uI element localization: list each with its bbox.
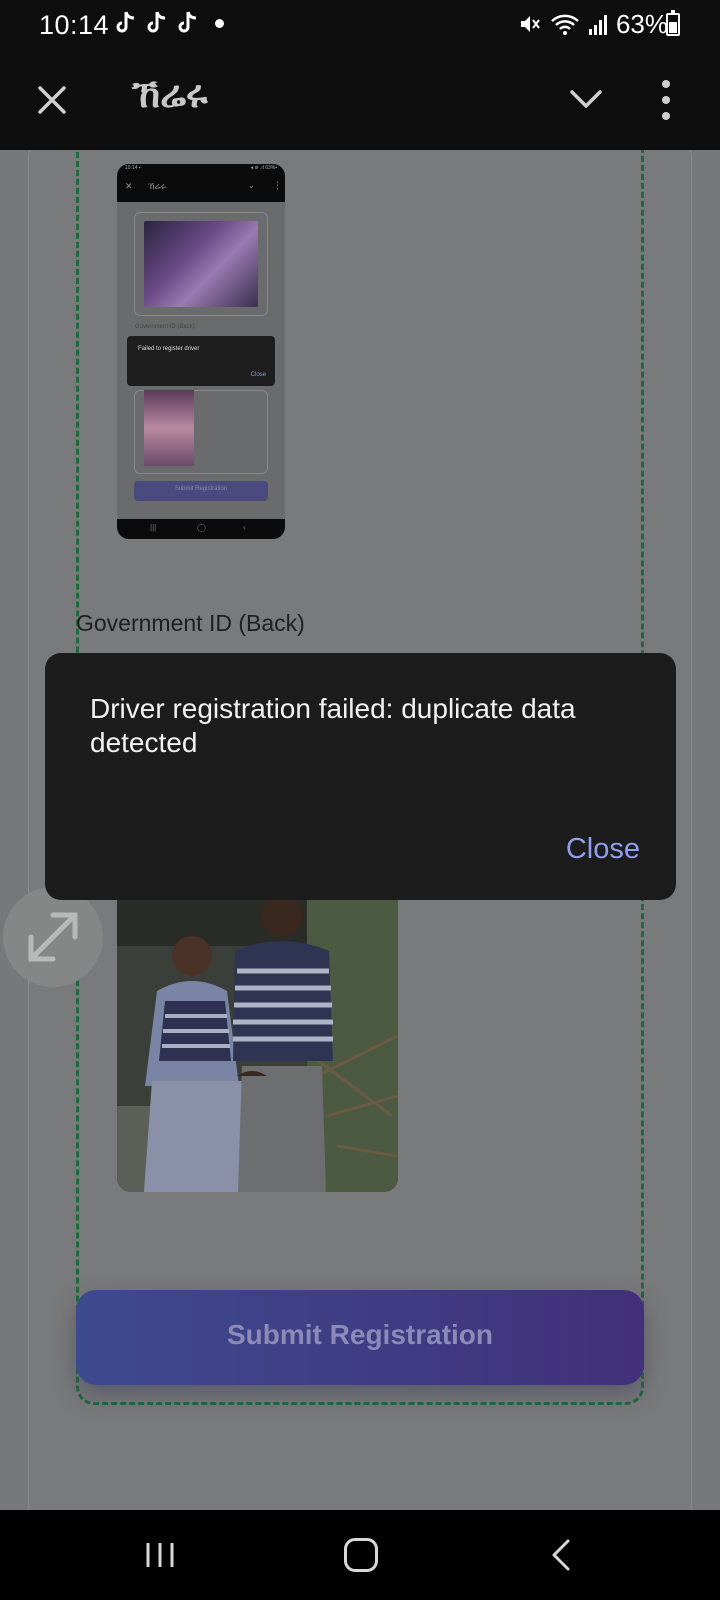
status-time: 10:14 <box>39 10 110 40</box>
more-vert-icon[interactable] <box>661 78 671 122</box>
dialog-close-button[interactable]: Close <box>566 833 640 866</box>
status-right-cluster: 63% <box>518 8 668 39</box>
chevron-down-icon[interactable] <box>568 84 604 114</box>
uploaded-photo <box>117 876 398 1192</box>
back-icon[interactable] <box>550 1538 572 1572</box>
battery-percent: 63% <box>615 8 668 39</box>
tiktok-icon <box>178 11 197 33</box>
error-message: Driver registration failed: duplicate da… <box>90 693 576 758</box>
tiktok-icon <box>116 11 135 33</box>
resize-button[interactable] <box>3 887 103 987</box>
app-title: ኸሬሩ <box>132 72 208 116</box>
uploaded-screenshot-thumbnail: 10:14 ▪ ◂ ⊚ .ıl 63%▪ ✕ ኸሬሩ ⌄ ⋮ Government… <box>117 164 285 539</box>
notification-dot <box>215 19 224 28</box>
system-nav-bar <box>0 1510 720 1600</box>
battery-icon <box>666 10 680 36</box>
submit-registration-button[interactable]: Submit Registration <box>76 1290 644 1385</box>
submit-registration-label: Submit Registration <box>226 1319 493 1350</box>
app-bar: ኸሬሩ <box>0 50 720 150</box>
signal-icon <box>588 15 607 35</box>
expand-icon <box>28 912 78 962</box>
mute-icon <box>520 16 540 32</box>
wifi-icon <box>551 14 579 35</box>
tiktok-icon <box>147 11 166 33</box>
home-icon[interactable] <box>344 1538 378 1572</box>
section-label-gov-id-back: Government ID (Back) <box>76 610 305 636</box>
error-dialog: Driver registration failed: duplicate da… <box>45 653 676 900</box>
close-icon[interactable] <box>36 80 68 120</box>
status-bar: 10:14 63% <box>0 0 720 50</box>
recent-apps-icon[interactable] <box>145 1540 175 1570</box>
